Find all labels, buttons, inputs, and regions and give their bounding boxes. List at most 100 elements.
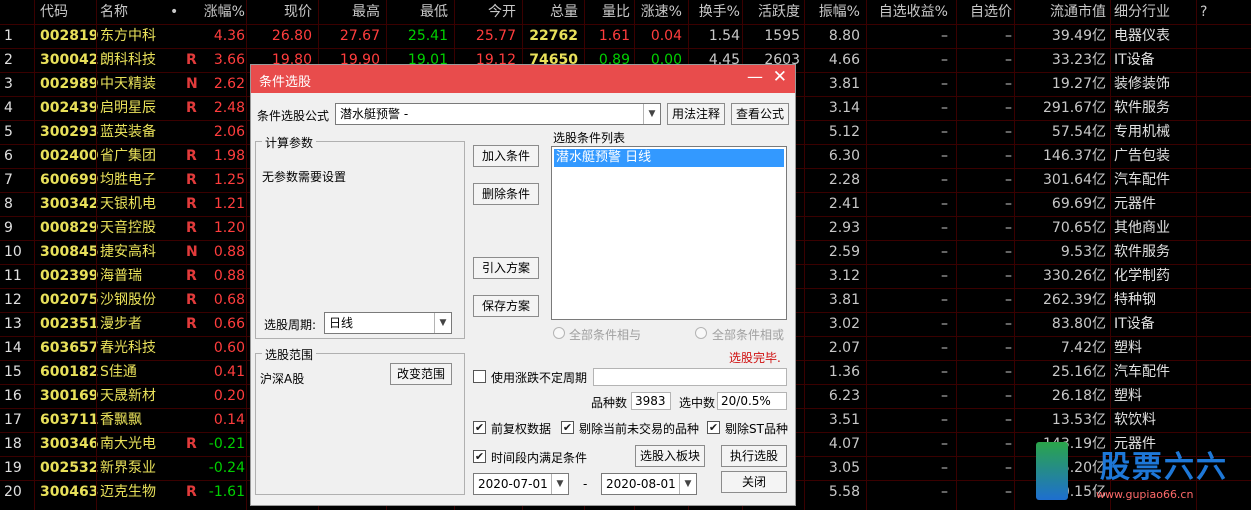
- cell-ind: 特种钢: [1114, 292, 1156, 308]
- delete-condition-button[interactable]: 删除条件: [473, 183, 539, 205]
- view-formula-button[interactable]: 查看公式: [731, 103, 789, 125]
- cell-sp: –: [1005, 484, 1012, 500]
- cell-chg: 2.48: [213, 100, 245, 116]
- cell-code: 300845: [40, 244, 99, 260]
- add-condition-button[interactable]: 加入条件: [473, 145, 539, 167]
- column-header[interactable]: 代码: [40, 0, 90, 24]
- column-header[interactable]: 量比: [590, 0, 630, 24]
- save-scheme-button[interactable]: 保存方案: [473, 295, 539, 317]
- selected-value: 20/0.5%: [717, 392, 787, 410]
- cell-sp: –: [1005, 124, 1012, 140]
- cell-mcap: 39.49亿: [1051, 28, 1106, 44]
- grid-line: [34, 0, 35, 510]
- cell-sp: –: [1005, 100, 1012, 116]
- date-separator: -: [583, 477, 588, 491]
- column-header[interactable]: 今开: [466, 0, 516, 24]
- cell-idx: 8: [4, 196, 13, 212]
- formula-select[interactable]: 潜水艇预警 - ▼: [335, 103, 661, 125]
- cell-ind: 汽车配件: [1114, 364, 1170, 380]
- cell-sp: –: [1005, 340, 1012, 356]
- column-header[interactable]: 振幅%: [814, 0, 860, 24]
- use-uncertain-checkbox[interactable]: [473, 370, 486, 383]
- minimize-icon[interactable]: —: [747, 67, 763, 86]
- uncertain-period-field[interactable]: [593, 368, 787, 386]
- column-header[interactable]: 名称: [100, 0, 160, 24]
- close-icon[interactable]: ✕: [773, 67, 787, 87]
- usage-note-button[interactable]: 用法注释: [667, 103, 725, 125]
- change-range-button[interactable]: 改变范围: [390, 363, 452, 385]
- condition-list[interactable]: 潜水艇预警 日线: [551, 146, 787, 320]
- radio-or[interactable]: [695, 327, 707, 339]
- cell-name: 捷安高科: [100, 244, 156, 260]
- column-header[interactable]: 现价: [262, 0, 312, 24]
- range-title: 选股范围: [262, 346, 317, 363]
- cell-chg: 0.88: [213, 244, 245, 260]
- grid-line: [246, 0, 247, 510]
- exclude-st-checkbox[interactable]: ✔: [707, 421, 720, 434]
- adjusted-data-checkbox[interactable]: ✔: [473, 421, 486, 434]
- cell-name: 迈克生物: [100, 484, 156, 500]
- date-from-picker[interactable]: 2020-07-01 ▼: [473, 473, 569, 495]
- cell-chg: 0.88: [213, 268, 245, 284]
- calc-params-title: 计算参数: [262, 134, 317, 151]
- cell-code: 002351: [40, 316, 99, 332]
- cell-code: 002989: [40, 76, 99, 92]
- column-header[interactable]: ?: [1200, 0, 1214, 24]
- radio-and[interactable]: [553, 327, 565, 339]
- column-header[interactable]: 活跃度: [744, 0, 800, 24]
- close-button[interactable]: 关闭: [721, 471, 787, 493]
- cell-ind: IT设备: [1114, 316, 1155, 332]
- dialog-titlebar[interactable]: 条件选股 — ✕: [251, 65, 795, 93]
- cell-chg: 2.06: [213, 124, 245, 140]
- cell-mcap: 13.53亿: [1051, 412, 1106, 428]
- chevron-down-icon[interactable]: ▼: [679, 474, 696, 494]
- column-header[interactable]: 换手%: [694, 0, 740, 24]
- column-header[interactable]: 自选价: [960, 0, 1012, 24]
- date-to-value: 2020-08-01: [606, 477, 676, 491]
- cell-sp: –: [1005, 244, 1012, 260]
- cell-ind: 软饮料: [1114, 412, 1156, 428]
- column-header[interactable]: 细分行业: [1114, 0, 1186, 24]
- condition-list-item[interactable]: 潜水艇预警 日线: [554, 149, 784, 167]
- cell-amp: 1.36: [828, 364, 860, 380]
- add-to-block-button[interactable]: 选股入板块: [635, 445, 705, 467]
- cell-low: 25.41: [407, 28, 448, 44]
- column-header[interactable]: •: [170, 0, 180, 24]
- table-row[interactable]: 1 002819 东方中科 4.36 26.80 27.67 25.41 25.77 22762…: [0, 24, 1251, 48]
- cell-mcap: 69.69亿: [1051, 196, 1106, 212]
- date-to-picker[interactable]: 2020-08-01 ▼: [601, 473, 697, 495]
- chevron-down-icon[interactable]: ▼: [643, 104, 660, 124]
- cell-ind: 广告包装: [1114, 148, 1170, 164]
- column-header[interactable]: 涨速%: [640, 0, 682, 24]
- chevron-down-icon[interactable]: ▼: [551, 474, 568, 494]
- cell-chg: 1.98: [213, 148, 245, 164]
- cell-sp: –: [1005, 28, 1012, 44]
- cell-mcap: 83.80亿: [1051, 316, 1106, 332]
- chevron-down-icon[interactable]: ▼: [434, 313, 451, 333]
- import-scheme-button[interactable]: 引入方案: [473, 257, 539, 279]
- cell-mcap: 146.37亿: [1043, 148, 1106, 164]
- column-header[interactable]: 最低: [398, 0, 448, 24]
- time-range-checkbox[interactable]: ✔: [473, 450, 486, 463]
- exclude-notrade-checkbox[interactable]: ✔: [561, 421, 574, 434]
- cell-idx: 13: [4, 316, 22, 332]
- column-header[interactable]: 总量: [528, 0, 578, 24]
- cell-idx: 15: [4, 364, 22, 380]
- column-header[interactable]: 涨幅%: [190, 0, 245, 24]
- column-header[interactable]: 自选收益%: [866, 0, 948, 24]
- date-from-value: 2020-07-01: [478, 477, 548, 491]
- range-group: 选股范围 沪深A股 改变范围: [255, 346, 465, 495]
- grid-line: [804, 0, 805, 510]
- cell-ret: –: [941, 340, 948, 356]
- cell-chg: 4.36: [213, 28, 245, 44]
- column-header[interactable]: 流通市值: [1010, 0, 1106, 24]
- cell-idx: 6: [4, 148, 13, 164]
- period-select[interactable]: 日线 ▼: [324, 312, 452, 334]
- cell-amp: 6.30: [828, 148, 860, 164]
- cell-name: 朗科科技: [100, 52, 156, 68]
- cell-code: 000829: [40, 220, 99, 236]
- run-selection-button[interactable]: 执行选股: [721, 445, 787, 467]
- cell-amp: 3.12: [828, 268, 860, 284]
- cell-ind: 软件服务: [1114, 244, 1170, 260]
- column-header[interactable]: 最高: [330, 0, 380, 24]
